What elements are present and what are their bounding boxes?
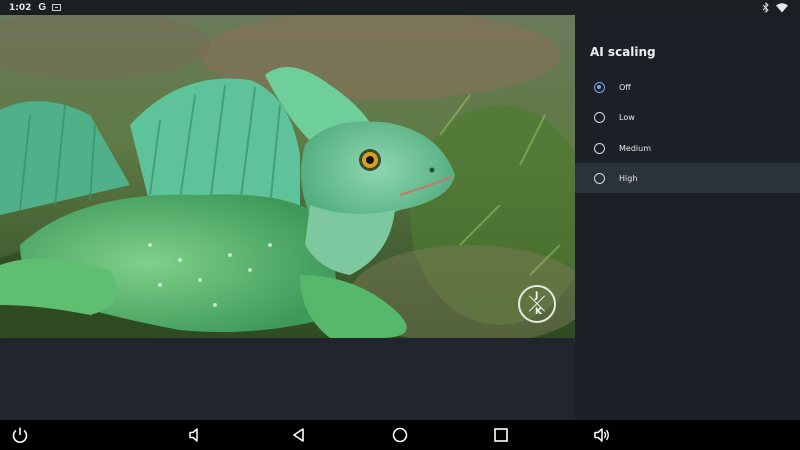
back-button[interactable] [289, 425, 309, 445]
option-label: Low [619, 112, 635, 122]
option-high[interactable]: High [575, 163, 800, 193]
volume-down-icon [189, 428, 198, 442]
video-frame[interactable]: J K [0, 15, 575, 338]
content-area: J K [0, 15, 575, 420]
watermark-letter-j: J [535, 291, 539, 301]
status-icons [762, 2, 788, 13]
watermark-logo: J K [518, 285, 556, 323]
google-icon: G [38, 2, 47, 13]
screen: 1:02 G J K AI scaling Off Low Medium Hig… [0, 0, 800, 450]
option-label: Medium [619, 143, 651, 153]
volume-up-button[interactable] [592, 425, 612, 445]
home-button[interactable] [390, 425, 410, 445]
volume-up-icon [594, 428, 609, 442]
status-bar: 1:02 G [0, 0, 800, 15]
option-off[interactable]: Off [575, 72, 800, 102]
status-time: 1:02 [9, 2, 32, 13]
power-button[interactable] [10, 425, 30, 445]
radio-unselected-icon[interactable] [594, 111, 605, 123]
lizard-image [0, 15, 575, 338]
radio-unselected-icon[interactable] [594, 172, 605, 184]
cast-icon [52, 4, 62, 11]
radio-selected-icon[interactable] [594, 81, 605, 93]
option-label: High [619, 173, 638, 183]
panel-title: AI scaling [590, 45, 656, 59]
power-icon [12, 427, 28, 443]
watermark-letter-k: K [535, 307, 542, 317]
recents-button[interactable] [491, 425, 511, 445]
volume-down-button[interactable] [185, 425, 205, 445]
back-icon [293, 428, 304, 442]
wifi-icon [776, 2, 788, 12]
option-low[interactable]: Low [575, 102, 800, 132]
radio-unselected-icon[interactable] [594, 142, 605, 154]
navigation-bar [0, 420, 800, 450]
home-icon [392, 427, 408, 443]
option-medium[interactable]: Medium [575, 133, 800, 163]
option-label: Off [619, 82, 631, 92]
ai-scaling-panel: AI scaling Off Low Medium High [575, 15, 800, 420]
recents-icon [494, 428, 508, 442]
bluetooth-icon [762, 2, 769, 13]
